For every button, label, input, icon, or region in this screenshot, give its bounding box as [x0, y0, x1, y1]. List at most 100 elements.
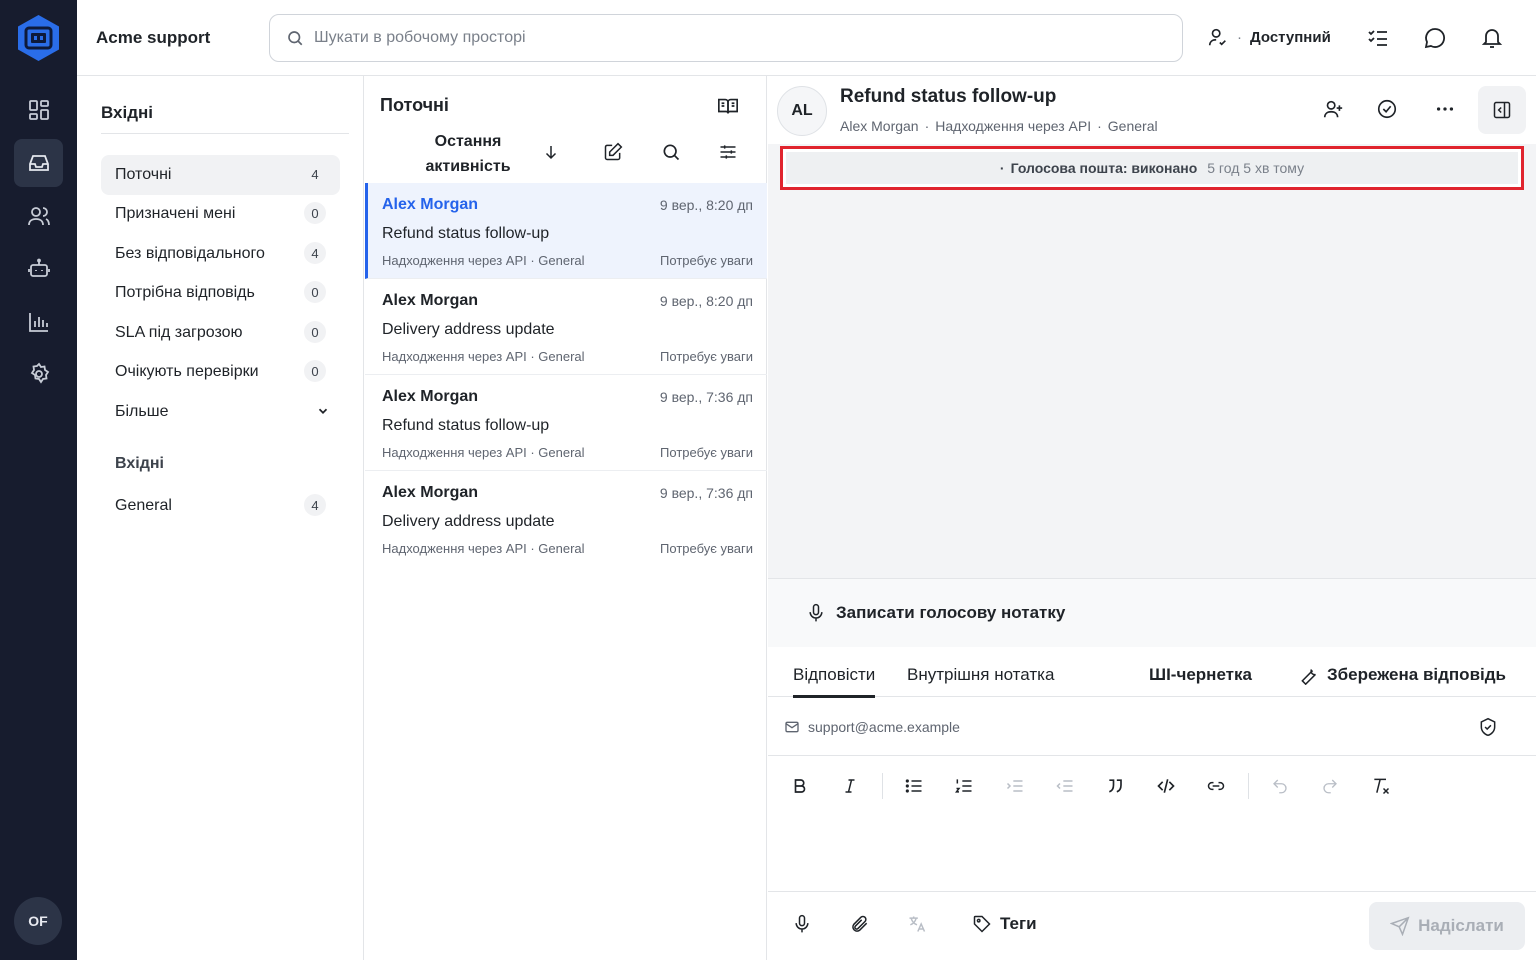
- quote-button[interactable]: [1105, 775, 1127, 797]
- folder-item-pending-review[interactable]: Очікують перевірки 0: [101, 352, 340, 392]
- top-bar: Acme support Шукати в робочому просторі …: [77, 0, 1536, 76]
- ai-draft-button[interactable]: ШІ-чернетка: [1149, 665, 1252, 685]
- conversation-subject: Delivery address update: [382, 513, 555, 530]
- availability-status[interactable]: · Доступний: [1207, 26, 1331, 48]
- rail-bot[interactable]: [14, 245, 63, 293]
- conversation-item[interactable]: Alex Morgan 9 вер., 7:36 дп Refund statu…: [365, 375, 767, 471]
- tab-reply[interactable]: Відповісти: [793, 665, 876, 698]
- filter-button[interactable]: [718, 142, 738, 162]
- list-search-button[interactable]: [661, 142, 681, 162]
- rail-settings[interactable]: [14, 350, 63, 398]
- folder-item-needs-reply[interactable]: Потрібна відповідь 0: [101, 273, 340, 313]
- contact-name[interactable]: Alex Morgan: [840, 118, 919, 134]
- inbox-name: General: [1107, 118, 1158, 134]
- conversation-title: Refund status follow-up: [840, 86, 1057, 107]
- inbox-item-general[interactable]: General 4: [101, 486, 340, 526]
- sliders-icon: [720, 145, 736, 159]
- translate-icon: [909, 916, 926, 932]
- search-icon: [288, 31, 303, 46]
- folder-item-assigned[interactable]: Призначені мені 0: [101, 194, 340, 234]
- outdent-button[interactable]: [1054, 775, 1076, 797]
- bold-button[interactable]: [789, 775, 811, 797]
- rail-reports[interactable]: [14, 298, 63, 346]
- code-icon: [1157, 779, 1175, 793]
- folder-more-toggle[interactable]: Більше: [101, 392, 340, 432]
- conversation-time: 9 вер., 8:20 дп: [659, 197, 753, 213]
- conversation-time: 9 вер., 7:36 дп: [659, 389, 753, 405]
- microphone-icon: [795, 914, 809, 933]
- tab-private-note[interactable]: Внутрішня нотатка: [907, 665, 1054, 685]
- availability-label: Доступний: [1250, 28, 1331, 46]
- send-button[interactable]: Надіслати: [1369, 902, 1525, 950]
- more-horizontal-icon: [1436, 107, 1454, 111]
- edit-icon: [604, 142, 623, 161]
- knowledge-base-button[interactable]: [717, 95, 739, 117]
- sort-selector[interactable]: Остання активність: [417, 129, 519, 179]
- notifications-button[interactable]: [1480, 26, 1504, 50]
- resolve-button[interactable]: [1376, 98, 1398, 120]
- chat-bubble-icon: [1424, 28, 1446, 49]
- conversation-item[interactable]: Alex Morgan 9 вер., 8:20 дп Delivery add…: [365, 279, 767, 375]
- compose-button[interactable]: [603, 142, 623, 162]
- clear-formatting-button[interactable]: [1370, 775, 1392, 797]
- conversation-item[interactable]: Alex Morgan 9 вер., 7:36 дп Delivery add…: [365, 471, 767, 567]
- check-circle-icon: [1377, 99, 1397, 119]
- rail-dashboard[interactable]: [14, 86, 63, 134]
- undo-button[interactable]: [1269, 775, 1291, 797]
- toggle-contact-panel-button[interactable]: [1478, 86, 1526, 134]
- folder-item-sla-risk[interactable]: SLA під загрозою 0: [101, 313, 340, 353]
- numbered-list-button[interactable]: [953, 775, 975, 797]
- saved-reply-button[interactable]: Збережена відповідь: [1299, 665, 1506, 685]
- voice-input-button[interactable]: [792, 914, 812, 934]
- folder-count: 0: [304, 360, 326, 382]
- shield-check-icon[interactable]: [1478, 717, 1498, 737]
- rail-contacts[interactable]: [14, 192, 63, 240]
- conversation-time: 9 вер., 7:36 дп: [659, 485, 753, 501]
- assign-agent-button[interactable]: [1322, 98, 1344, 120]
- record-voice-note-button[interactable]: Записати голосову нотатку: [768, 579, 1536, 647]
- messages-button[interactable]: [1423, 26, 1447, 50]
- bullet-list-button[interactable]: [903, 775, 925, 797]
- folder-more-label: Більше: [115, 403, 169, 420]
- sort-direction-button[interactable]: [542, 142, 560, 162]
- indent-button[interactable]: [1004, 775, 1026, 797]
- tags-button[interactable]: Теги: [972, 914, 1037, 934]
- tag-icon: [973, 915, 991, 933]
- tasks-button[interactable]: [1366, 26, 1390, 50]
- clear-format-icon: [1374, 778, 1390, 795]
- conversation-subject: Delivery address update: [382, 321, 555, 338]
- search-input[interactable]: Шукати в робочому просторі: [269, 14, 1183, 62]
- conversation-flag: Потребує уваги: [660, 253, 753, 268]
- app-logo-icon[interactable]: [16, 14, 61, 62]
- toolbar-divider: [1248, 773, 1249, 799]
- conversation-flag: Потребує уваги: [660, 445, 753, 460]
- microphone-icon: [809, 603, 823, 622]
- dashboard-icon: [28, 100, 49, 120]
- numbered-list-icon: [955, 779, 972, 793]
- code-button[interactable]: [1155, 775, 1177, 797]
- from-address-row[interactable]: support@acme.example: [768, 698, 1536, 756]
- attach-file-button[interactable]: [850, 914, 870, 934]
- redo-icon: [1323, 779, 1337, 794]
- bullet-list-icon: [905, 779, 922, 793]
- italic-button[interactable]: [839, 775, 861, 797]
- conversation-pane: AL Refund status follow-up Alex Morgan · Н…: [768, 76, 1536, 960]
- user-status-icon: [1208, 28, 1226, 46]
- conversation-contact: Alex Morgan: [382, 388, 479, 405]
- more-actions-button[interactable]: [1434, 98, 1456, 120]
- channel-name: Надходження через API: [935, 118, 1092, 134]
- folder-item-unassigned[interactable]: Без відповідального 4: [101, 234, 340, 274]
- link-button[interactable]: [1205, 775, 1227, 797]
- folder-item-current[interactable]: Поточні 4: [101, 155, 340, 195]
- folder-label: SLA під загрозою: [115, 324, 243, 341]
- folder-sidebar: Вхідні Поточні 4 Призначені мені 0 Без в…: [77, 76, 364, 960]
- rail-inbox[interactable]: [14, 139, 63, 187]
- redo-button[interactable]: [1319, 775, 1341, 797]
- conversation-subject: Refund status follow-up: [382, 225, 550, 242]
- undo-icon: [1273, 779, 1287, 794]
- indent-icon: [1006, 780, 1023, 792]
- translate-button[interactable]: [907, 914, 927, 934]
- user-avatar[interactable]: OF: [14, 897, 62, 945]
- conversation-item[interactable]: Alex Morgan 9 вер., 8:20 дп Refund statu…: [365, 183, 767, 279]
- contact-avatar[interactable]: AL: [777, 86, 827, 136]
